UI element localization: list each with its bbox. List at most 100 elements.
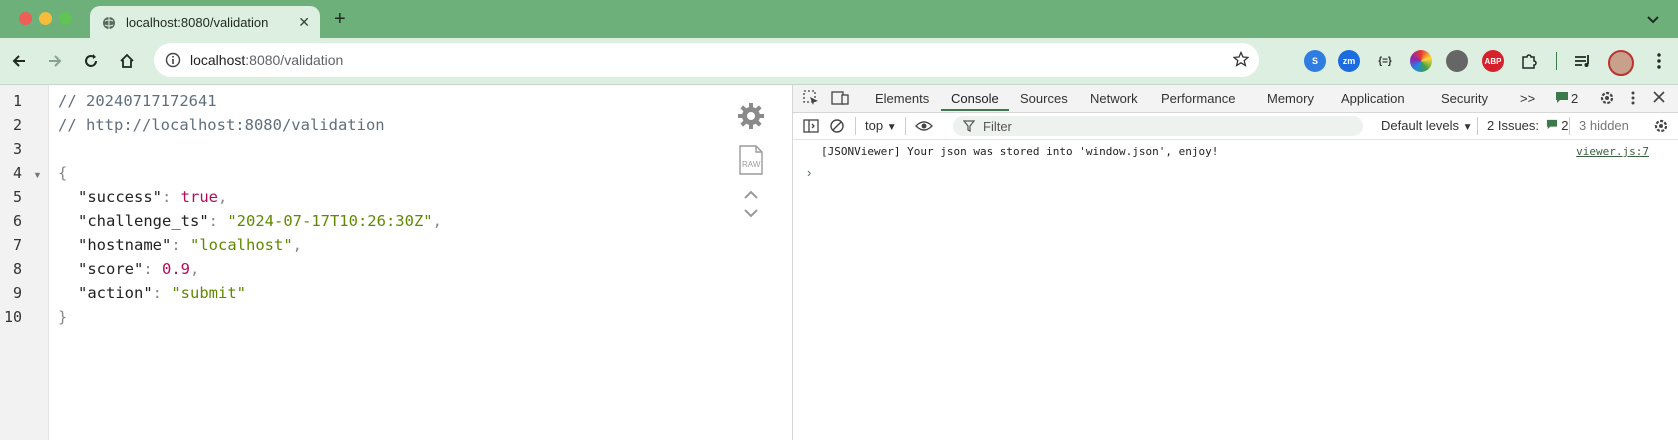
devtools-settings-icon[interactable] [1599,90,1615,109]
color-wheel-icon[interactable] [1410,50,1432,72]
chevron-up-icon [744,190,758,199]
toolbar-divider [905,117,906,135]
context-selector[interactable]: top ▼ [865,118,897,133]
reload-button[interactable] [78,48,104,74]
clear-console-icon[interactable] [829,118,845,137]
dropdown-arrow-icon: ▼ [886,122,897,133]
globe-icon [103,16,115,29]
console-prompt[interactable]: › [807,165,811,180]
line-number: 10 [3,308,22,326]
console-message: [JSONViewer] Your json was stored into '… [821,145,1661,158]
filter-icon [963,120,975,132]
home-button[interactable] [114,48,140,74]
minimize-window-button[interactable] [39,12,52,25]
comment-timestamp: // 20240717172641 [58,92,217,110]
zoom-extension-icon[interactable]: zm [1338,50,1360,72]
url-host: localhost [190,52,246,68]
json-value: "2024-07-17T10:26:30Z" [227,212,433,230]
sidebar-toggle-icon[interactable] [803,118,819,137]
tab-application[interactable]: Application [1341,91,1405,106]
comment-url: // http://localhost:8080/validation [58,116,385,134]
dev-extension-icon[interactable] [1446,50,1468,72]
line-number: 4 [12,164,22,182]
device-toolbar-icon[interactable] [831,90,849,109]
line-number: 6 [12,212,22,230]
url-path: :8080/validation [245,52,344,68]
json-value: 0.9 [162,260,190,278]
raw-view-button[interactable]: RAW [735,143,767,177]
message-icon[interactable] [1555,91,1569,107]
browser-tab[interactable]: localhost:8080/validation ✕ [90,6,320,39]
url-text[interactable]: localhost:8080/validation [190,52,1233,68]
forward-button[interactable] [42,48,68,74]
fold-toggle-icon[interactable]: ▼ [33,170,42,180]
console-settings-icon[interactable] [1653,118,1669,137]
site-info-icon[interactable] [162,49,184,71]
arrow-right-icon [49,55,62,67]
tab-search-button[interactable] [1640,8,1666,32]
json-key: "success" [78,188,162,206]
devtools-panel: Elements Console Sources Network Perform… [792,85,1678,440]
console-source-link[interactable]: viewer.js:7 [1576,145,1649,158]
sync-extension-icon[interactable]: S [1304,50,1326,72]
tab-console[interactable]: Console [951,91,999,106]
json-entry-challenge-ts: "challenge_ts": "2024-07-17T10:26:30Z", [78,212,442,230]
tab-security[interactable]: Security [1441,91,1488,106]
tab-sources[interactable]: Sources [1020,91,1068,106]
issue-message-icon [1546,119,1557,130]
home-icon [120,53,134,68]
more-tabs-button[interactable]: >> [1520,91,1535,106]
media-controls-icon[interactable] [1572,50,1594,72]
close-window-button[interactable] [19,12,32,25]
close-tab-icon[interactable]: ✕ [298,14,310,31]
issues-label: 2 Issues: [1487,118,1540,133]
browser-menu-icon[interactable] [1648,50,1670,72]
devtools-tab-bar: Elements Console Sources Network Perform… [793,85,1678,113]
open-brace: { [58,164,68,182]
back-button[interactable] [6,48,32,74]
reload-icon [85,54,97,67]
extensions-puzzle-icon[interactable] [1518,50,1540,72]
tab-network[interactable]: Network [1090,91,1138,106]
tab-performance[interactable]: Performance [1161,91,1235,106]
toolbar-divider [1569,117,1570,135]
abp-icon[interactable]: ABP [1482,50,1504,72]
devtools-menu-icon[interactable] [1631,90,1635,109]
eye-icon[interactable] [915,119,933,136]
line-number: 1 [12,92,22,110]
line-number: 3 [12,140,22,158]
maximize-window-button[interactable] [59,12,72,25]
json-value: true [180,188,218,206]
json-comma: , [218,188,228,206]
bookmark-star-icon[interactable] [1232,50,1250,70]
address-bar[interactable]: localhost:8080/validation [154,43,1259,77]
json-comma: , [292,236,302,254]
settings-gear-icon[interactable] [735,100,767,132]
tab-elements[interactable]: Elements [875,91,929,106]
filter-input[interactable]: Filter [953,116,1363,136]
issues-button[interactable]: 2 Issues: 2 [1487,118,1569,133]
issues-count: 2 [1561,118,1569,133]
json-extension-icon[interactable]: {=} [1374,50,1396,72]
toolbar-divider [1477,117,1478,135]
tab-title: localhost:8080/validation [126,15,269,30]
json-entry-score: "score": 0.9, [78,260,200,278]
tab-memory[interactable]: Memory [1267,91,1314,106]
context-label: top [865,118,884,133]
collapse-all-button[interactable] [740,188,762,202]
console-toolbar: top ▼ Filter Default levels ▼ 2 Issues: … [793,113,1678,140]
log-levels-dropdown[interactable]: Default levels ▼ [1381,118,1473,133]
toolbar-divider [855,117,856,135]
json-key: "challenge_ts" [78,212,209,230]
expand-all-button[interactable] [740,206,762,220]
line-number: 5 [12,188,22,206]
inspect-element-icon[interactable] [803,90,819,109]
json-entry-success: "success": true, [78,188,228,206]
arrow-left-icon [12,55,25,67]
avatar[interactable] [1608,50,1634,76]
close-devtools-icon[interactable] [1653,91,1665,106]
active-tab-indicator [941,109,1009,111]
new-tab-button[interactable]: + [334,8,346,31]
line-number: 7 [12,236,22,254]
json-key: "score" [78,260,144,278]
